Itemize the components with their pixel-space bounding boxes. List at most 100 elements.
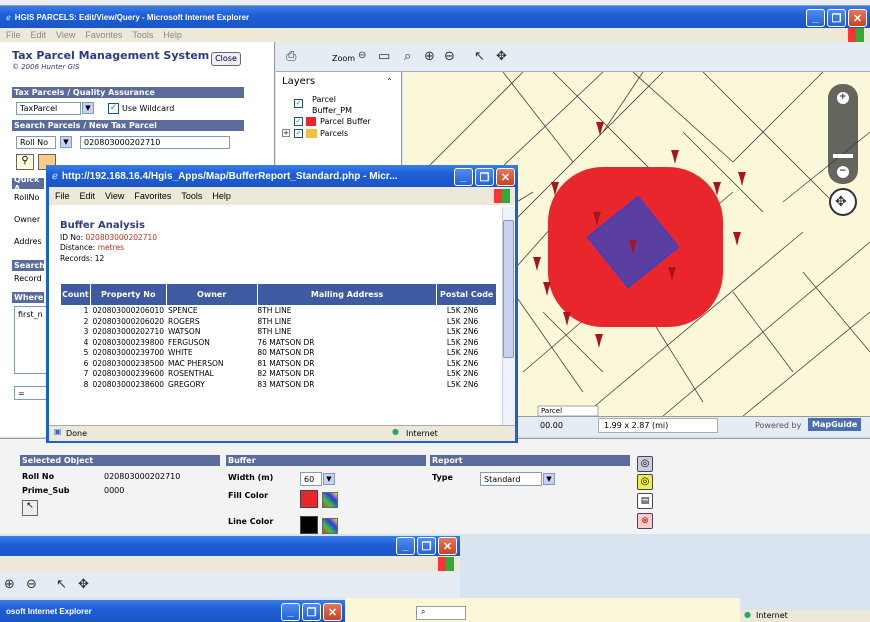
query-button[interactable]: ⚲ xyxy=(16,154,34,170)
line-color-swatch[interactable] xyxy=(300,516,318,534)
popup-menu-bar: File Edit View Favorites Tools Help xyxy=(49,187,515,205)
zoom-out-icon[interactable]: ⊖ xyxy=(26,577,37,592)
print-icon[interactable]: ⎙ xyxy=(286,49,296,64)
windows-logo-icon xyxy=(848,28,864,42)
maximize-button[interactable]: ❐ xyxy=(302,603,321,621)
row-postal: L5K 2N6 xyxy=(446,358,479,368)
zoom-slider-plus-icon[interactable]: + xyxy=(839,92,847,102)
scroll-thumb[interactable] xyxy=(503,220,514,358)
close-window-button[interactable]: ✕ xyxy=(438,537,457,555)
line-palette-icon[interactable] xyxy=(322,518,338,534)
select-pointer-button[interactable]: ↖ xyxy=(22,500,38,516)
table-row: 4 020803000239800 FERGUSON 76 MATSON DR L5K … xyxy=(61,338,497,349)
zoom-in-icon[interactable]: ⊕ xyxy=(4,577,15,592)
minimize-button[interactable]: _ xyxy=(281,603,300,621)
maximize-button[interactable]: ❐ xyxy=(827,9,846,27)
background-popup-title-text: osoft Internet Explorer xyxy=(6,606,92,616)
pan-icon[interactable]: ✥ xyxy=(78,577,89,592)
popup-title-bar: ℯ http://192.168.16.4/Hgis_Apps/Map/Buff… xyxy=(46,165,518,187)
menu-favorites[interactable]: Favorites xyxy=(85,30,122,40)
chevron-down-icon[interactable]: ▼ xyxy=(82,102,94,114)
row-owner: ROGERS xyxy=(168,316,200,326)
layer-check-parcels[interactable]: ✓ xyxy=(294,129,303,138)
main-window-title: HGIS PARCELS: Edit/View/Query - Microsof… xyxy=(14,12,250,22)
fill-palette-icon[interactable] xyxy=(322,492,338,508)
pan-compass-icon[interactable]: ✥ xyxy=(835,194,847,210)
row-address: 76 MATSON DR xyxy=(257,337,315,347)
maximize-button[interactable]: ❐ xyxy=(475,168,494,186)
search-field-select[interactable]: Roll No xyxy=(16,136,56,149)
distance-line: Distance: metres xyxy=(60,243,124,252)
menu-help[interactable]: Help xyxy=(163,30,182,40)
buffer-run-icon[interactable]: ◎ xyxy=(637,456,653,472)
layer-select[interactable]: TaxParcel xyxy=(16,102,81,115)
popup-menu-tools[interactable]: Tools xyxy=(181,191,202,201)
records-value: 12 xyxy=(94,254,105,263)
table-row: 1 020803000206010 SPENCE 8TH LINE L5K 2N6 xyxy=(61,306,497,317)
popup-menu-favorites[interactable]: Favorites xyxy=(134,191,171,201)
roll-no-label: Roll No xyxy=(22,472,55,481)
popup-menu-file[interactable]: File xyxy=(55,191,70,201)
zoom-out-icon[interactable]: ⊖ xyxy=(444,49,455,64)
clear-buffer-icon[interactable]: ⊗ xyxy=(637,513,653,529)
popup-menu-help[interactable]: Help xyxy=(212,191,231,201)
minimize-button[interactable]: _ xyxy=(454,168,473,186)
select-pointer-icon[interactable]: ↖ xyxy=(474,49,485,64)
select-pointer-icon[interactable]: ↖ xyxy=(56,577,67,592)
row-address: 8TH LINE xyxy=(257,316,292,326)
page-icon: ▣ xyxy=(54,427,62,436)
search-input[interactable]: 020803000202710 xyxy=(80,136,230,149)
report-doc-icon[interactable]: ▤ xyxy=(637,493,653,509)
scale-text: 1.99 x 2.87 (mi) xyxy=(604,421,669,430)
minimize-button[interactable]: _ xyxy=(806,9,825,27)
pan-icon[interactable]: ✥ xyxy=(496,49,507,64)
row-property: 020803000206020 xyxy=(92,316,165,326)
row-property: 020803000238600 xyxy=(92,379,165,389)
row-owner: WATSON xyxy=(168,327,201,336)
close-window-button[interactable]: ✕ xyxy=(323,603,342,621)
popup-status-bar xyxy=(49,425,515,441)
report-type-select[interactable]: Standard xyxy=(480,472,542,486)
row-property: 020803000239800 xyxy=(92,337,165,347)
collapse-icon[interactable]: ⌃ xyxy=(386,77,393,86)
chevron-down-icon[interactable]: ▼ xyxy=(543,473,555,485)
close-button[interactable]: Close xyxy=(211,52,241,66)
buffer-yellow-icon[interactable]: ◎ xyxy=(637,474,653,490)
fill-color-swatch[interactable] xyxy=(300,490,318,508)
table-row: 6 020803000238500 MAC PHERSON 81 MATSON DR L… xyxy=(61,359,497,370)
menu-tools[interactable]: Tools xyxy=(132,30,153,40)
expand-icon[interactable]: + xyxy=(282,129,290,137)
ruler-icon[interactable]: ▭ xyxy=(378,49,390,64)
row-count: 2 xyxy=(83,316,89,326)
zoom-label[interactable]: Zoom xyxy=(332,54,355,63)
row-count: 7 xyxy=(83,369,89,378)
close-window-button[interactable]: ✕ xyxy=(848,9,867,27)
minimize-button[interactable]: _ xyxy=(396,537,415,555)
table-header-row: Count Property No Owner Mailing Address … xyxy=(60,283,497,306)
close-window-button[interactable]: ✕ xyxy=(496,168,515,186)
popup-menu-edit[interactable]: Edit xyxy=(80,191,96,201)
background-toolbar xyxy=(0,572,460,598)
zoom-window-icon[interactable]: ⌕ xyxy=(404,49,411,64)
wildcard-checkbox[interactable]: ✓ xyxy=(108,103,119,114)
menu-edit[interactable]: Edit xyxy=(31,30,47,40)
ie-icon: ℯ xyxy=(52,170,58,182)
layer-check-parcel[interactable]: ✓ xyxy=(294,99,303,108)
col-address: Mailing Address xyxy=(256,283,438,306)
zoom-slider-minus-icon[interactable]: − xyxy=(839,166,847,176)
zoom-dropdown-icon[interactable]: ⊖ xyxy=(358,50,366,61)
windows-logo-icon xyxy=(494,189,510,203)
chevron-down-icon[interactable]: ▼ xyxy=(60,136,72,148)
zoom-in-icon[interactable]: ⊕ xyxy=(424,49,435,64)
popup-menu-view[interactable]: View xyxy=(105,191,124,201)
buffer-swatch xyxy=(306,117,316,126)
maximize-button[interactable]: ❐ xyxy=(417,537,436,555)
width-select[interactable]: 60 xyxy=(300,472,322,486)
row-address: 80 MATSON DR xyxy=(257,348,315,357)
chevron-down-icon[interactable]: ▼ xyxy=(323,473,335,485)
menu-file[interactable]: File xyxy=(6,30,21,40)
row-owner: SPENCE xyxy=(168,306,198,315)
menu-view[interactable]: View xyxy=(56,30,75,40)
layer-check-buffer[interactable]: ✓ xyxy=(294,117,303,126)
row-postal: L5K 2N6 xyxy=(446,306,479,315)
